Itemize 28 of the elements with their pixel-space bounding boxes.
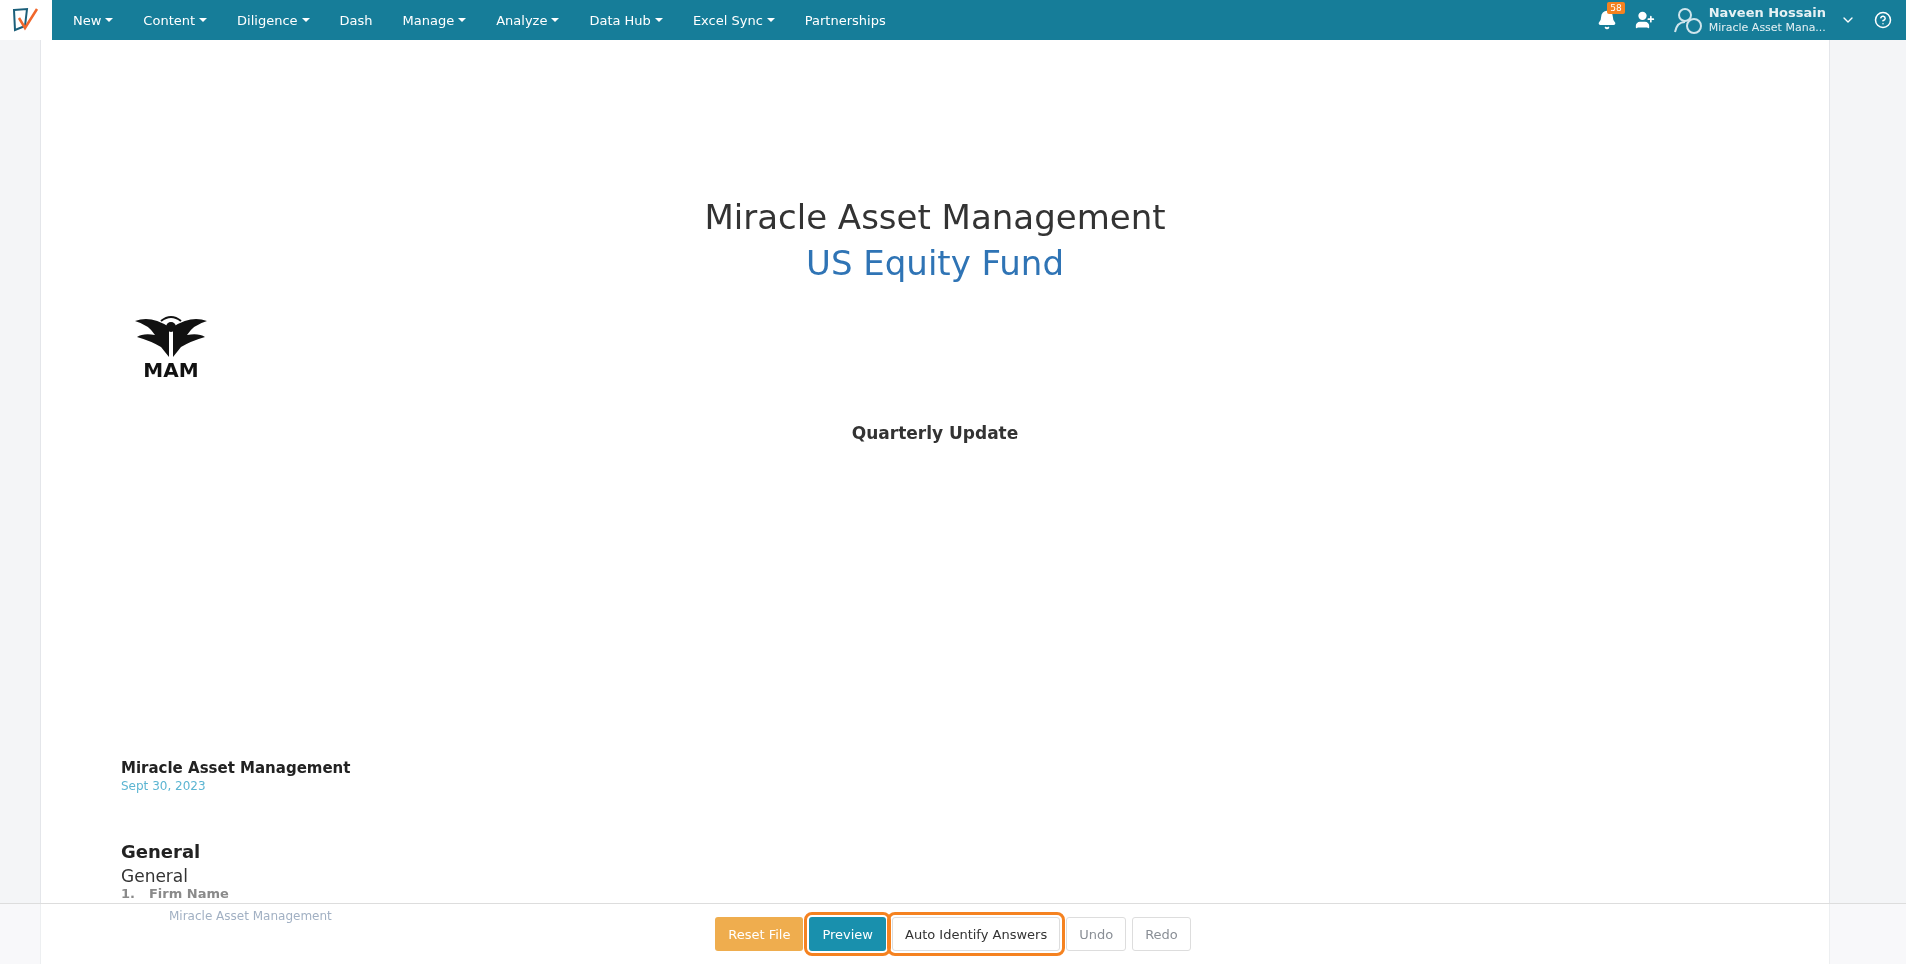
nav-menu-item[interactable]: Manage [387, 12, 482, 28]
nav-menu-item[interactable]: Partnerships [789, 12, 901, 28]
nav-menu-item[interactable]: Analyze [481, 12, 575, 28]
user-avatar-icon[interactable] [1672, 6, 1703, 34]
report-title: Quarterly Update [850, 423, 1020, 443]
section-heading: General [121, 841, 202, 862]
nav-menu-item[interactable]: Data Hub [574, 12, 678, 28]
nav-menu-item[interactable]: Content [128, 12, 223, 28]
answer-text: Miracle Asset Management [169, 909, 333, 923]
report-date: Sept 30, 2023 [121, 779, 207, 793]
user-organization: Miracle Asset Mana... [1708, 21, 1826, 35]
section-subheading: General [121, 866, 189, 886]
help-icon[interactable] [1874, 11, 1892, 29]
user-name: Naveen Hossain [1708, 5, 1826, 22]
nav-menu-item[interactable]: Dash [324, 12, 388, 28]
issuer-name: Miracle Asset Management [121, 759, 352, 777]
question-number: 1. [121, 886, 135, 901]
company-title: Miracle Asset Management [703, 197, 1167, 237]
company-logo: MAM [121, 295, 221, 395]
fund-title: US Equity Fund [805, 243, 1065, 283]
nav-menu-item[interactable]: Diligence [222, 12, 325, 28]
notification-bell-icon[interactable] [1596, 10, 1617, 30]
question-label: Firm Name [149, 886, 229, 901]
app-logo[interactable] [11, 6, 41, 34]
nav-menu-item[interactable]: New [58, 12, 129, 28]
notification-count: 58 [1607, 2, 1625, 14]
add-user-icon[interactable] [1634, 10, 1655, 30]
nav-menu-item[interactable]: Excel Sync [677, 12, 790, 28]
